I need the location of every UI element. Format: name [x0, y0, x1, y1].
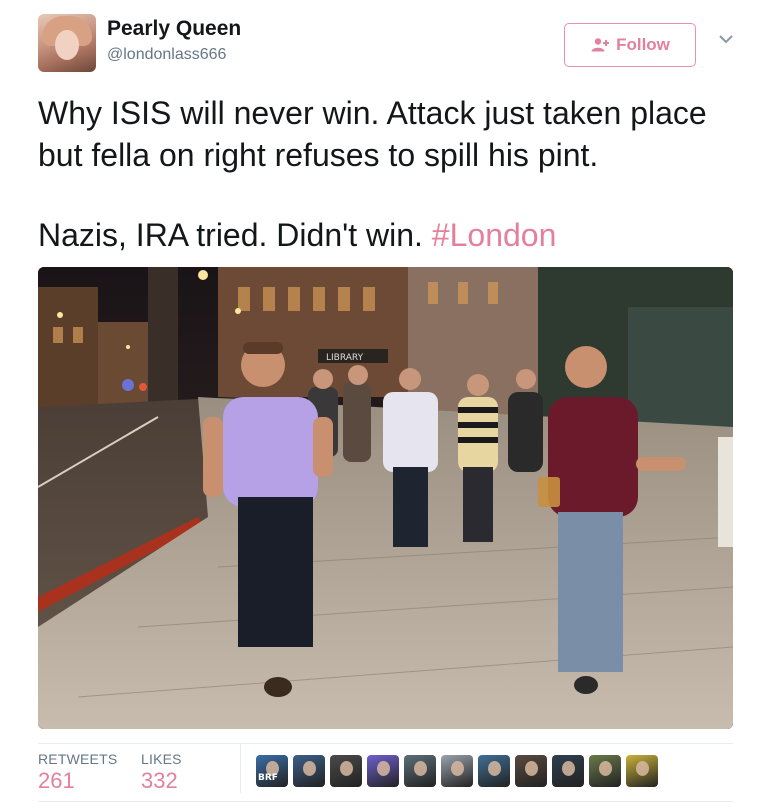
liker-avatar[interactable] [404, 755, 436, 787]
liker-avatar-face [340, 761, 353, 776]
retweets-count[interactable]: 261 [38, 768, 75, 794]
liker-avatar-tag: BRF [258, 773, 278, 783]
liker-avatar-face [414, 761, 427, 776]
liker-avatar-face [562, 761, 575, 776]
liker-avatars: BRF [256, 755, 658, 787]
follow-button-label: Follow [616, 35, 670, 54]
chevron-down-icon[interactable] [718, 33, 734, 45]
liker-avatar[interactable] [367, 755, 399, 787]
stats-divider-bottom [38, 801, 733, 802]
liker-avatar[interactable] [515, 755, 547, 787]
likes-count[interactable]: 332 [141, 768, 178, 794]
avatar-face [55, 30, 79, 60]
liker-avatar-face [451, 761, 464, 776]
liker-avatar[interactable] [478, 755, 510, 787]
liker-avatar[interactable] [330, 755, 362, 787]
liker-avatar[interactable] [441, 755, 473, 787]
author-handle[interactable]: @londonlass666 [107, 46, 226, 64]
liker-avatar[interactable] [552, 755, 584, 787]
hashtag-link[interactable]: #London [432, 217, 557, 253]
tweet-text-line2: Nazis, IRA tried. Didn't win. #London [38, 214, 738, 256]
liker-avatar-face [377, 761, 390, 776]
follow-button[interactable]: Follow [564, 23, 696, 67]
tweet-text-line2-prefix: Nazis, IRA tried. Didn't win. [38, 217, 432, 253]
add-user-icon [591, 38, 610, 52]
liker-avatar[interactable] [626, 755, 658, 787]
liker-avatar[interactable] [293, 755, 325, 787]
liker-avatar-face [488, 761, 501, 776]
photo-sign-text: LIBRARY [326, 353, 364, 363]
liker-avatar[interactable] [589, 755, 621, 787]
tweet-text-line1: Why ISIS will never win. Attack just tak… [38, 95, 707, 173]
liker-avatar[interactable]: BRF [256, 755, 288, 787]
author-avatar[interactable] [38, 14, 96, 72]
liker-avatar-face [525, 761, 538, 776]
liker-avatar-face [303, 761, 316, 776]
retweets-label: RETWEETS [38, 751, 118, 767]
author-display-name[interactable]: Pearly Queen [107, 17, 241, 41]
stats-separator [240, 743, 241, 793]
likes-label: LIKES [141, 751, 182, 767]
liker-avatar-face [599, 761, 612, 776]
stats-divider-top [38, 743, 733, 744]
tweet-text: Why ISIS will never win. Attack just tak… [38, 92, 738, 256]
tweet-photo[interactable]: LIBRARY [38, 267, 733, 729]
liker-avatar-face [636, 761, 649, 776]
